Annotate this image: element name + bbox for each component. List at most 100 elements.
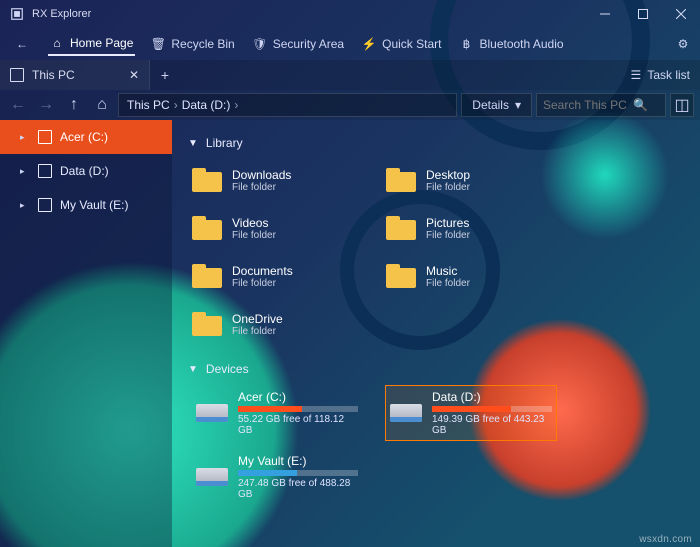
crumb-data[interactable]: Data (D:)	[182, 98, 231, 112]
drive-icon	[196, 404, 228, 422]
section-devices-label: Devices	[206, 362, 249, 376]
nav-forward-button[interactable]: →	[34, 93, 58, 117]
library-folder[interactable]: DesktopFile folder	[386, 160, 556, 200]
minimize-button[interactable]	[586, 0, 624, 28]
folder-icon	[386, 216, 416, 240]
watermark: wsxdn.com	[639, 534, 692, 545]
main-toolbar: ← ⌂Home Page 🗑 Recycle Bin 🛡 Security Area…	[0, 28, 700, 60]
folder-name: Downloads	[232, 168, 291, 182]
expand-icon[interactable]: ▸	[20, 132, 30, 143]
drive-name: Acer (C:)	[238, 390, 358, 404]
sidebar: ▸Acer (C:)▸Data (D:)▸My Vault (E:)	[0, 120, 172, 547]
toolbar-bluetooth[interactable]: ฿Bluetooth Audio	[457, 33, 565, 55]
shield-icon: 🛡	[253, 37, 267, 51]
sidebar-item[interactable]: ▸Data (D:)	[0, 154, 172, 188]
split-view-button[interactable]: ◫	[670, 93, 694, 117]
folder-subtitle: File folder	[426, 182, 470, 193]
folder-subtitle: File folder	[426, 230, 470, 241]
drive-item[interactable]: My Vault (E:) 247.48 GB free of 488.28 GB	[192, 450, 362, 504]
breadcrumb[interactable]: This PC › Data (D:) ›	[118, 93, 457, 117]
tasklist-label: Task list	[647, 68, 690, 82]
library-folder[interactable]: DocumentsFile folder	[192, 256, 362, 296]
library-folder[interactable]: OneDriveFile folder	[192, 304, 362, 344]
toolbar-home[interactable]: ⌂Home Page	[48, 32, 135, 56]
section-devices-header[interactable]: ▼ Devices	[188, 362, 684, 376]
details-label: Details	[472, 98, 509, 112]
folder-icon	[192, 264, 222, 288]
folder-icon	[192, 216, 222, 240]
search-box[interactable]: 🔍	[536, 93, 666, 117]
library-folder[interactable]: MusicFile folder	[386, 256, 556, 296]
close-button[interactable]	[662, 0, 700, 28]
drive-free-text: 149.39 GB free of 443.23 GB	[432, 414, 552, 436]
usage-bar	[238, 406, 358, 412]
toolbar-recycle[interactable]: 🗑 Recycle Bin	[149, 33, 236, 55]
library-folder[interactable]: VideosFile folder	[192, 208, 362, 248]
toolbar-home-label: Home Page	[70, 36, 133, 50]
usage-bar	[432, 406, 552, 412]
folder-name: Music	[426, 264, 470, 278]
folder-icon	[386, 168, 416, 192]
drive-icon	[38, 130, 52, 144]
chevron-down-icon: ▾	[515, 98, 521, 112]
folder-subtitle: File folder	[232, 182, 291, 193]
sidebar-item-label: My Vault (E:)	[60, 198, 128, 212]
back-button[interactable]: ←	[10, 32, 34, 56]
drive-icon	[38, 164, 52, 178]
nav-back-button[interactable]: ←	[6, 93, 30, 117]
nav-home-button[interactable]: ⌂	[90, 93, 114, 117]
chevron-down-icon: ▼	[188, 138, 198, 149]
tab-close-icon[interactable]: ✕	[129, 68, 139, 82]
folder-subtitle: File folder	[426, 278, 470, 289]
folder-subtitle: File folder	[232, 278, 293, 289]
folder-name: Desktop	[426, 168, 470, 182]
tab-add-button[interactable]: +	[150, 67, 180, 83]
tab-this-pc[interactable]: This PC ✕	[0, 60, 150, 90]
toolbar-quick-label: Quick Start	[382, 37, 441, 51]
app-title: RX Explorer	[32, 8, 91, 20]
search-input[interactable]	[543, 98, 633, 112]
drive-name: Data (D:)	[432, 390, 552, 404]
title-bar: RX Explorer	[0, 0, 700, 28]
section-library-header[interactable]: ▼ Library	[188, 136, 684, 150]
toolbar-quickstart[interactable]: ⚡Quick Start	[360, 33, 443, 55]
drive-name: My Vault (E:)	[238, 454, 358, 468]
folder-name: Pictures	[426, 216, 470, 230]
drive-free-text: 247.48 GB free of 488.28 GB	[238, 478, 358, 500]
trash-icon: 🗑	[151, 37, 165, 51]
toolbar-security[interactable]: 🛡 Security Area	[251, 33, 346, 55]
settings-button[interactable]: ⚙	[676, 37, 690, 51]
folder-name: Videos	[232, 216, 276, 230]
drive-item[interactable]: Acer (C:) 55.22 GB free of 118.12 GB	[192, 386, 362, 440]
content-pane: ▼ Library DownloadsFile folderDesktopFil…	[172, 120, 700, 547]
sidebar-item[interactable]: ▸ Acer (C:)	[0, 120, 172, 154]
crumb-separator-icon: ›	[234, 98, 238, 112]
toolbar-security-label: Security Area	[273, 37, 344, 51]
task-list-button[interactable]: ☰ Task list	[621, 68, 700, 82]
crumb-this-pc[interactable]: This PC	[127, 98, 170, 112]
search-icon[interactable]: 🔍	[633, 98, 648, 112]
expand-icon[interactable]: ▸	[20, 166, 30, 177]
crumb-separator-icon: ›	[174, 98, 178, 112]
folder-subtitle: File folder	[232, 230, 276, 241]
pc-icon	[10, 68, 24, 82]
drive-free-text: 55.22 GB free of 118.12 GB	[238, 414, 358, 436]
library-folder[interactable]: PicturesFile folder	[386, 208, 556, 248]
details-view-button[interactable]: Details ▾	[461, 93, 532, 117]
library-folder[interactable]: DownloadsFile folder	[192, 160, 362, 200]
folder-name: Documents	[232, 264, 293, 278]
toolbar-recycle-label: Recycle Bin	[171, 37, 234, 51]
expand-icon[interactable]: ▸	[20, 200, 30, 211]
nav-up-button[interactable]: ↑	[62, 93, 86, 117]
toolbar-bt-label: Bluetooth Audio	[479, 37, 563, 51]
section-library-label: Library	[206, 136, 243, 150]
maximize-button[interactable]	[624, 0, 662, 28]
tab-bar: This PC ✕ + ☰ Task list	[0, 60, 700, 90]
drive-item[interactable]: Data (D:) 149.39 GB free of 443.23 GB	[386, 386, 556, 440]
folder-subtitle: File folder	[232, 326, 283, 337]
sidebar-item[interactable]: ▸ My Vault (E:)	[0, 188, 172, 222]
folder-name: OneDrive	[232, 312, 283, 326]
sidebar-item-label: Acer (C:)	[60, 130, 108, 144]
tab-label: This PC	[32, 68, 75, 82]
drive-icon	[38, 198, 52, 212]
